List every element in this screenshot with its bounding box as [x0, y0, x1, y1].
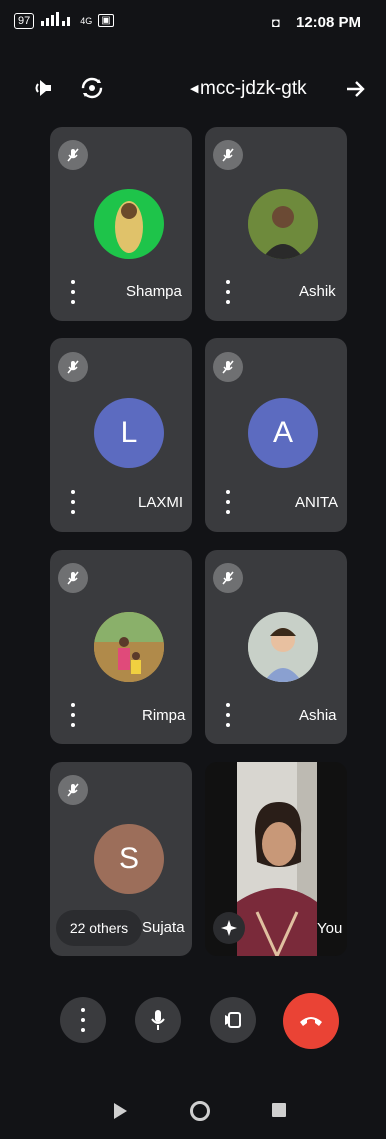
effects-sparkle-icon[interactable] [213, 912, 245, 944]
self-video [237, 762, 317, 956]
mic-off-icon [213, 140, 243, 170]
camera-button[interactable] [210, 997, 256, 1043]
more-options-icon[interactable] [70, 490, 76, 514]
recents-nav-icon[interactable] [272, 1103, 286, 1117]
avatar-initial: L [120, 416, 138, 449]
more-vert-icon [80, 1008, 86, 1032]
speaker-icon[interactable] [30, 74, 58, 102]
signal-icon [40, 12, 74, 29]
status-time: 12:08 PM [296, 14, 362, 31]
more-options-icon[interactable] [70, 280, 76, 304]
camera-icon [225, 1012, 241, 1028]
more-options-icon[interactable] [225, 280, 231, 304]
home-nav-icon[interactable] [190, 1101, 210, 1121]
more-options-icon[interactable] [225, 490, 231, 514]
avatar: S [94, 824, 164, 894]
participant-tile-rimpa[interactable]: Rimpa [50, 550, 192, 744]
avatar-initial: S [118, 842, 139, 875]
mic-off-icon [58, 563, 88, 593]
more-options-icon[interactable] [70, 703, 76, 727]
participant-name: Ashia [299, 707, 337, 724]
others-count-pill[interactable]: 22 others [56, 910, 142, 946]
participant-tile-you[interactable]: You [205, 762, 347, 956]
avatar [248, 189, 318, 259]
participant-tile-ashia[interactable]: Ashia [205, 550, 347, 744]
others-count-label: 22 others [69, 920, 129, 936]
participant-tile-ashik[interactable]: Ashik [205, 127, 347, 321]
status-indicators: 97 4G ▣ [14, 12, 114, 29]
avatar [248, 612, 318, 682]
back-nav-icon[interactable] [114, 1103, 127, 1119]
avatar: L [94, 398, 164, 468]
status-bar: 97 4G ▣ ◘ 12:08 PM [0, 0, 386, 44]
system-nav-bar [0, 1086, 386, 1139]
avatar [94, 612, 164, 682]
mic-off-icon [213, 563, 243, 593]
avatar-initial: A [272, 416, 293, 449]
mic-off-icon [58, 775, 88, 805]
participant-name: Sujata [142, 919, 185, 936]
mic-icon [151, 1010, 165, 1030]
participant-name: Ashik [299, 283, 336, 300]
participant-name: ANITA [295, 494, 339, 511]
participant-tile-shampa[interactable]: Shampa [50, 127, 192, 321]
participant-name: Shampa [126, 283, 182, 300]
volte-icon: ▣ [98, 14, 114, 27]
switch-camera-icon[interactable] [78, 74, 106, 102]
participant-name: LAXMI [138, 494, 184, 511]
mic-off-icon [213, 352, 243, 382]
mic-off-icon [58, 140, 88, 170]
more-options-button[interactable] [60, 997, 106, 1043]
meeting-code[interactable]: mcc-jdzk-gtk [200, 78, 307, 100]
end-call-button[interactable] [283, 993, 339, 1049]
back-arrow-icon[interactable] [340, 74, 370, 104]
battery-indicator: 97 [14, 12, 35, 29]
phone-hangup-icon [300, 1017, 322, 1026]
participant-name: Rimpa [142, 707, 186, 724]
microphone-button[interactable] [135, 997, 181, 1043]
more-options-icon[interactable] [225, 703, 231, 727]
mic-off-icon [58, 352, 88, 382]
participant-name: You [317, 920, 343, 937]
avatar: A [248, 398, 318, 468]
alarm-icon: ◘ [272, 15, 280, 30]
avatar [94, 189, 164, 259]
participant-tile-anita[interactable]: A ANITA [205, 338, 347, 532]
participant-tile-sujata[interactable]: S 22 others Sujata [50, 762, 192, 956]
network-type: 4G [80, 15, 93, 26]
chevron-left-icon[interactable]: ◀ [190, 82, 198, 95]
participant-tile-laxmi[interactable]: L LAXMI [50, 338, 192, 532]
